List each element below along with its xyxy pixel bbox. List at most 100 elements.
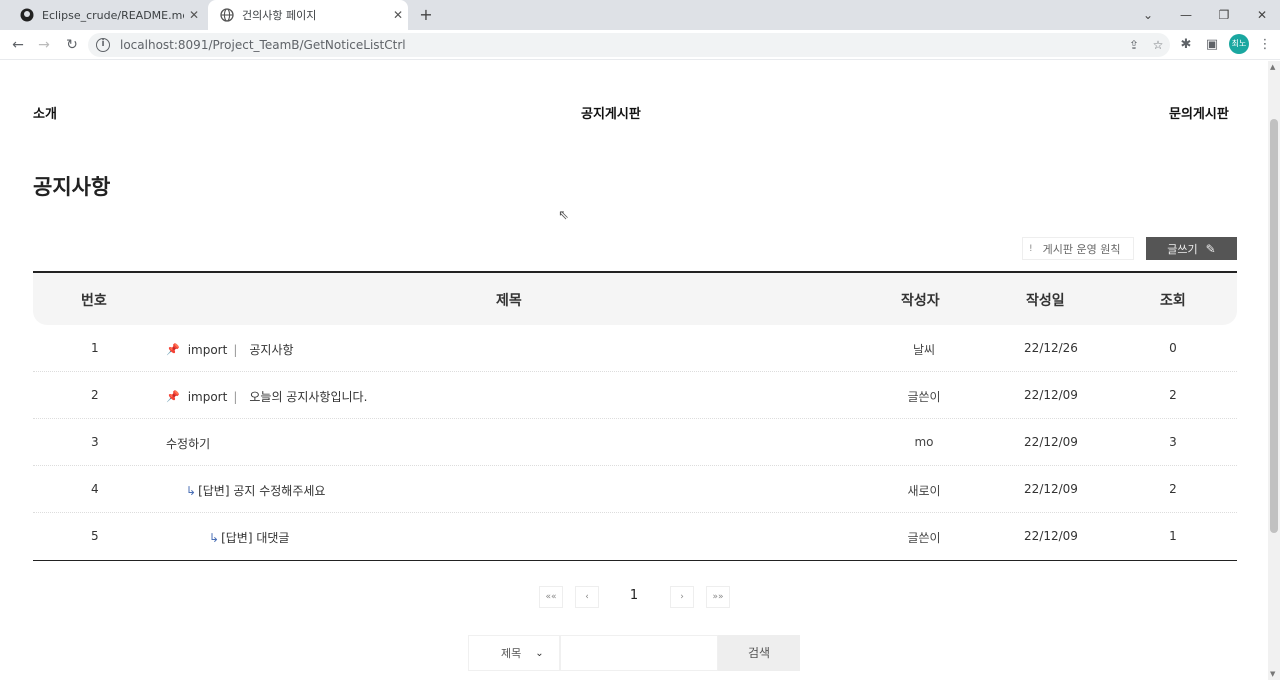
close-icon[interactable]: ✕ (388, 8, 408, 22)
row-num: 4 (91, 482, 99, 496)
row-author: 글쓴이 (907, 390, 941, 404)
row-date: 22/12/26 (1024, 341, 1078, 355)
back-icon[interactable]: ← (8, 35, 28, 55)
row-title[interactable]: 오늘의 공지사항입니다. (249, 388, 367, 405)
row-author: 새로이 (907, 484, 941, 498)
nav-intro[interactable]: 소개 (33, 103, 57, 122)
table-row[interactable]: 1 📌 import | 공지사항 날씨 22/12/26 0 (33, 325, 1237, 372)
table-header: 번호 제목 작성자 작성일 조회 (33, 273, 1237, 325)
scroll-up-icon[interactable]: ▲ (1270, 63, 1275, 71)
avatar[interactable]: 최노 (1229, 34, 1249, 54)
row-views: 3 (1169, 435, 1177, 449)
row-date: 22/12/09 (1024, 435, 1078, 449)
tab-title: 건의사항 페이지 (242, 9, 317, 22)
row-separator: | (233, 342, 238, 357)
write-label: 글쓰기 (1167, 242, 1198, 256)
row-views: 0 (1169, 341, 1177, 355)
row-views: 1 (1169, 529, 1177, 543)
row-separator: | (233, 389, 238, 404)
table-row[interactable]: 5 ↳ [답변] 대댓글 글쓴이 22/12/09 1 (33, 513, 1237, 560)
site-info-icon[interactable]: i (96, 38, 110, 52)
share-icon[interactable]: ⇪ (1122, 38, 1146, 52)
page-number-current[interactable]: 1 (624, 588, 644, 603)
first-page-button[interactable]: «« (539, 586, 563, 608)
reply-arrow-icon: ↳ (209, 530, 220, 545)
row-title-cell[interactable]: 📌 import | 오늘의 공지사항입니다. (166, 388, 367, 405)
browser-tab-github[interactable]: Eclipse_crude/README.md at m ✕ (8, 0, 204, 30)
write-button[interactable]: 글쓰기 ✎ (1146, 237, 1237, 260)
search-field-value: 제목 (501, 647, 522, 660)
header-num: 번호 (81, 293, 107, 309)
row-num: 1 (91, 341, 99, 355)
minimize-icon[interactable]: — (1168, 0, 1204, 30)
table-row[interactable]: 4 ↳ [답변] 공지 수정해주세요 새로이 22/12/09 2 (33, 466, 1237, 513)
browser-toolbar: ← → ↻ i localhost:8091/Project_TeamB/Get… (0, 30, 1280, 60)
table-row[interactable]: 2 📌 import | 오늘의 공지사항입니다. 글쓴이 22/12/09 2 (33, 372, 1237, 419)
reload-icon[interactable]: ↻ (62, 35, 82, 55)
header-date: 작성일 (1026, 293, 1065, 309)
pencil-icon: ✎ (1205, 241, 1216, 256)
notice-table: 번호 제목 작성자 작성일 조회 1 📌 import | 공지사항 날씨 22… (33, 271, 1237, 561)
nav-inquiry-board[interactable]: 문의게시판 (1169, 103, 1229, 122)
next-page-button[interactable]: › (670, 586, 694, 608)
header-title: 제목 (496, 293, 522, 309)
tab-title: Eclipse_crude/README.md at m (42, 8, 184, 22)
close-icon[interactable]: ✕ (184, 8, 204, 22)
board-rules-button[interactable]: ! 게시판 운영 원칙 (1022, 237, 1134, 260)
browser-tab-notice[interactable]: 건의사항 페이지 ✕ (208, 0, 408, 30)
row-date: 22/12/09 (1024, 482, 1078, 496)
bookmark-star-icon[interactable]: ☆ (1146, 38, 1170, 52)
menu-kebab-icon[interactable]: ⋮ (1255, 35, 1275, 55)
new-tab-button[interactable]: + (416, 5, 436, 25)
scrollbar-thumb[interactable] (1270, 119, 1278, 533)
row-title-cell[interactable]: ↳ [답변] 대댓글 (209, 529, 289, 546)
table-row[interactable]: 3 수정하기 mo 22/12/09 3 (33, 419, 1237, 466)
restore-icon[interactable]: ❐ (1206, 0, 1242, 30)
pin-icon: 📌 (166, 343, 180, 356)
row-views: 2 (1169, 388, 1177, 402)
extensions-icon[interactable]: ✱ (1176, 35, 1196, 55)
row-tag: import (187, 342, 228, 357)
globe-icon (220, 8, 234, 22)
close-window-icon[interactable]: ✕ (1244, 0, 1280, 30)
board-rules-label: 게시판 운영 원칙 (1042, 242, 1121, 256)
prev-page-button[interactable]: ‹ (575, 586, 599, 608)
scroll-down-icon[interactable]: ▼ (1270, 670, 1275, 678)
forward-icon[interactable]: → (34, 35, 54, 55)
row-date: 22/12/09 (1024, 388, 1078, 402)
address-bar[interactable]: i localhost:8091/Project_TeamB/GetNotice… (88, 33, 1170, 57)
browser-tab-bar: Eclipse_crude/README.md at m ✕ 건의사항 페이지 … (0, 0, 1280, 30)
nav-notice-board[interactable]: 공지게시판 (581, 103, 641, 122)
page-scrollbar[interactable]: ▲ ▼ (1268, 61, 1280, 680)
row-date: 22/12/09 (1024, 529, 1078, 543)
exclamation-icon: ! (1029, 243, 1033, 254)
row-title[interactable]: 수정하기 (166, 435, 210, 452)
row-title-cell[interactable]: ↳ [답변] 공지 수정해주세요 (186, 482, 325, 499)
header-author: 작성자 (901, 293, 940, 309)
reply-arrow-icon: ↳ (186, 483, 197, 498)
search-bar: 제목 ⌄ 검색 (468, 635, 800, 671)
chevron-down-icon: ⌄ (535, 647, 544, 659)
row-title-cell[interactable]: 📌 import | 공지사항 (166, 341, 294, 358)
row-num: 5 (91, 529, 99, 543)
url-text: localhost:8091/Project_TeamB/GetNoticeLi… (120, 38, 406, 52)
mouse-cursor-icon: ⇖ (558, 208, 569, 223)
row-tag: import (187, 389, 228, 404)
last-page-button[interactable]: »» (706, 586, 730, 608)
row-title[interactable]: 공지사항 (249, 341, 293, 358)
pin-icon: 📌 (166, 390, 180, 403)
search-field-select[interactable]: 제목 ⌄ (468, 635, 560, 671)
side-panel-icon[interactable]: ▣ (1202, 35, 1222, 55)
row-title[interactable]: [답변] 공지 수정해주세요 (198, 482, 325, 499)
row-num: 3 (91, 435, 99, 449)
row-title[interactable]: [답변] 대댓글 (221, 529, 289, 546)
row-num: 2 (91, 388, 99, 402)
search-input[interactable] (560, 635, 718, 671)
row-author: 글쓴이 (907, 531, 941, 545)
tab-search-icon[interactable]: ⌄ (1130, 0, 1166, 30)
row-author: mo (914, 435, 934, 449)
github-icon (20, 8, 34, 22)
row-views: 2 (1169, 482, 1177, 496)
header-views: 조회 (1160, 293, 1186, 309)
search-button[interactable]: 검색 (718, 635, 800, 671)
